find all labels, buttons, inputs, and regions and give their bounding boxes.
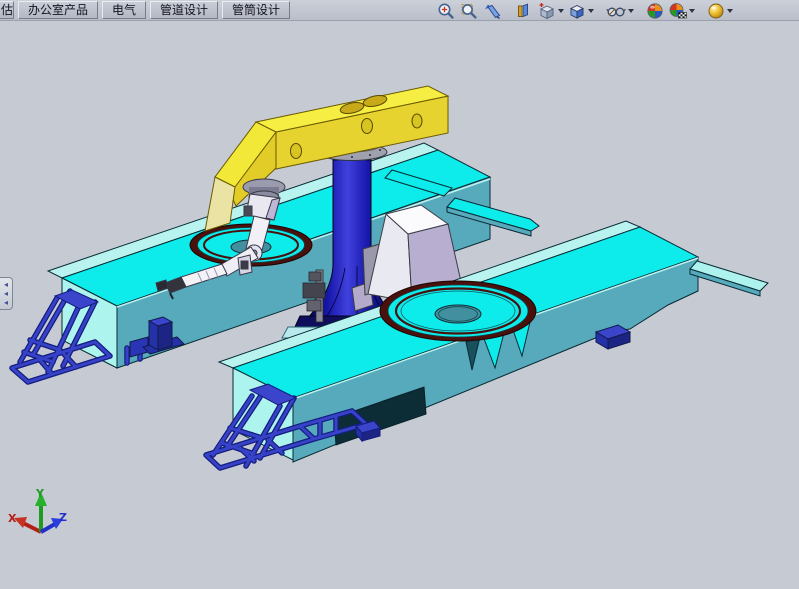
view-orientation-dropdown-caret[interactable] — [558, 9, 564, 13]
3d-viewport[interactable]: X Y Z — [0, 0, 799, 589]
previous-view-button[interactable] — [482, 1, 503, 21]
tab-electrical[interactable]: 电气 — [102, 1, 146, 19]
zoom-to-area-icon — [459, 1, 479, 21]
hide-show-items-dropdown-caret[interactable] — [628, 9, 634, 13]
tab-evaluate-partial[interactable]: 估 — [0, 1, 14, 19]
origin-triad: X Y Z — [8, 487, 67, 532]
tab-label: 办公室产品 — [28, 2, 88, 18]
apply-scene-button[interactable] — [668, 1, 695, 21]
triad-y-label: Y — [35, 487, 45, 500]
view-orientation-icon — [537, 1, 557, 21]
tab-label: 管筒设计 — [232, 2, 280, 18]
expand-arrow-icon: ◂ — [4, 289, 8, 298]
edit-appearance-icon — [645, 1, 665, 21]
tab-office-products[interactable]: 办公室产品 — [18, 1, 98, 19]
view-settings-button[interactable] — [706, 1, 733, 21]
tab-piping-design[interactable]: 管道设计 — [150, 1, 218, 19]
command-manager-tabs: 估 办公室产品 电气 管道设计 管筒设计 — [0, 0, 290, 19]
hide-show-items-button[interactable] — [605, 1, 634, 21]
section-view-icon — [514, 1, 534, 21]
command-manager-bar: 估 办公室产品 电气 管道设计 管筒设计 — [0, 0, 799, 21]
hide-show-items-icon — [605, 1, 627, 21]
edit-appearance-button[interactable] — [645, 1, 665, 21]
apply-scene-dropdown-caret[interactable] — [689, 9, 695, 13]
triad-z-label: Z — [59, 511, 67, 524]
apply-scene-icon — [668, 1, 688, 21]
cad-application-window: X Y Z ◂ ◂ ◂ 估 办公室产品 电气 管道设计 管筒设计 — [0, 0, 799, 589]
triad-x-label: X — [8, 512, 17, 525]
section-view-button[interactable] — [514, 1, 534, 21]
featuremanager-expand-tab[interactable]: ◂ ◂ ◂ — [0, 277, 13, 310]
expand-arrow-icon: ◂ — [4, 298, 8, 307]
previous-view-icon — [482, 1, 503, 21]
zoom-to-fit-icon — [436, 1, 456, 21]
tab-label: 估 — [1, 2, 13, 18]
zoom-to-area-button[interactable] — [459, 1, 479, 21]
display-style-icon — [567, 1, 587, 21]
display-style-dropdown-caret[interactable] — [588, 9, 594, 13]
view-orientation-button[interactable] — [537, 1, 564, 21]
view-settings-icon — [706, 1, 726, 21]
front-girder-ring[interactable] — [380, 281, 536, 341]
tab-label: 管道设计 — [160, 2, 208, 18]
tab-label: 电气 — [112, 2, 136, 18]
expand-arrow-icon: ◂ — [4, 280, 8, 289]
tab-tubing-design[interactable]: 管筒设计 — [222, 1, 290, 19]
zoom-to-fit-button[interactable] — [436, 1, 456, 21]
heads-up-view-toolbar — [436, 0, 733, 21]
view-settings-dropdown-caret[interactable] — [727, 9, 733, 13]
display-style-button[interactable] — [567, 1, 594, 21]
